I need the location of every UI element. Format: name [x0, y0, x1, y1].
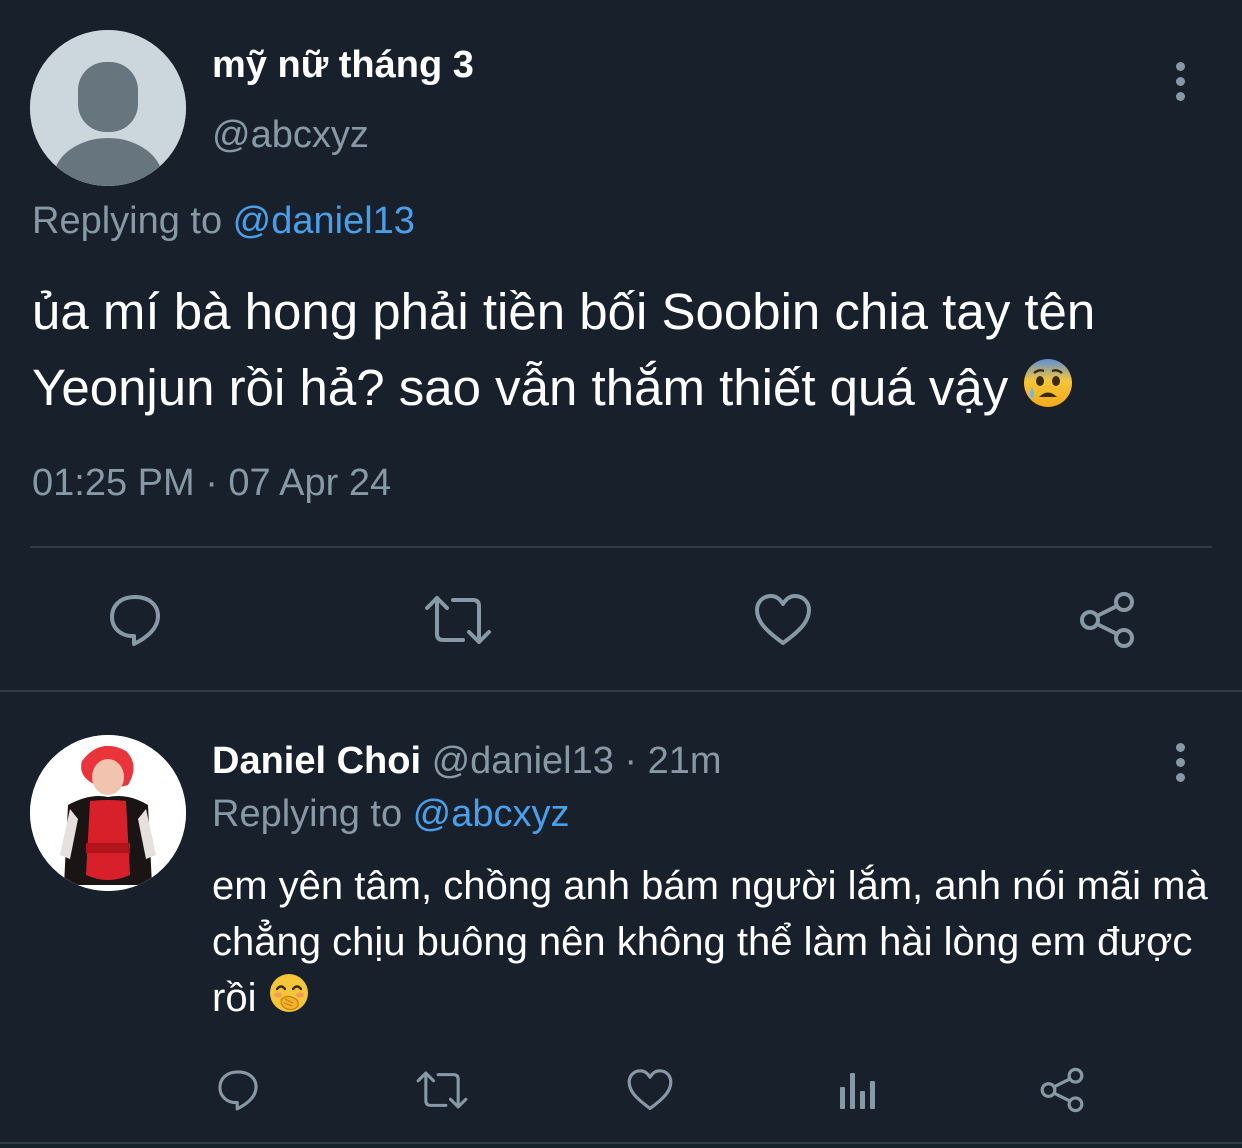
- more-dot-icon: [1175, 92, 1185, 101]
- main-tweet: mỹ nữ tháng 3 @abcxyz Replying to @danie…: [0, 0, 1242, 690]
- avatar[interactable]: [30, 735, 186, 891]
- display-name[interactable]: mỹ nữ tháng 3: [212, 44, 474, 87]
- reply-header: Daniel Choi @daniel13 · 21m: [212, 740, 722, 783]
- retweet-icon: [416, 1071, 468, 1109]
- tweet-text: ủa mí bà hong phải tiền bối Soobin chia …: [32, 274, 1227, 430]
- tweet-separator: [0, 1142, 1242, 1144]
- more-dot-icon: [1175, 743, 1185, 752]
- retweet-button[interactable]: [414, 1064, 470, 1116]
- divider: [30, 546, 1212, 548]
- replying-to-label: Replying to: [212, 793, 413, 835]
- replying-to-mention[interactable]: @abcxyz: [413, 793, 570, 835]
- avatar[interactable]: [30, 30, 186, 186]
- reply-button[interactable]: [212, 1064, 264, 1116]
- analytics-icon: [840, 1073, 875, 1109]
- replying-to-mention[interactable]: @daniel13: [233, 200, 415, 242]
- share-button[interactable]: [1036, 1064, 1088, 1116]
- display-name[interactable]: Daniel Choi: [212, 740, 421, 782]
- share-icon: [1080, 592, 1134, 648]
- share-icon: [1040, 1067, 1084, 1113]
- like-button[interactable]: [748, 588, 818, 652]
- more-dot-icon: [1175, 758, 1185, 767]
- analytics-button[interactable]: [830, 1064, 882, 1116]
- more-dot-icon: [1175, 77, 1185, 86]
- retweet-icon: [425, 596, 491, 644]
- handle[interactable]: @abcxyz: [212, 114, 369, 157]
- more-dot-icon: [1175, 773, 1185, 782]
- retweet-button[interactable]: [422, 588, 494, 652]
- profile-photo: [30, 735, 186, 891]
- like-button[interactable]: [624, 1064, 676, 1116]
- reply-button[interactable]: [100, 588, 170, 652]
- replying-to-line: Replying to @abcxyz: [212, 793, 570, 836]
- more-options-button[interactable]: [1170, 62, 1190, 102]
- reply-icon: [110, 595, 160, 646]
- handle-and-time: @daniel13 · 21m: [431, 740, 722, 782]
- replying-to-line: Replying to @daniel13: [32, 200, 415, 243]
- default-avatar-icon: [30, 30, 186, 186]
- like-icon: [755, 594, 811, 645]
- more-dot-icon: [1175, 62, 1185, 71]
- like-icon: [627, 1069, 673, 1110]
- tweet-separator: [0, 690, 1242, 692]
- tweet-text: em yên tâm, chồng anh bám người lắm, anh…: [212, 858, 1212, 1029]
- reply-icon: [218, 1070, 258, 1111]
- face-with-hand-over-mouth-icon: [268, 972, 310, 1029]
- tweet-body: ủa mí bà hong phải tiền bối Soobin chia …: [32, 283, 1096, 416]
- replying-to-label: Replying to: [32, 200, 233, 242]
- share-button[interactable]: [1072, 588, 1142, 652]
- tweet-timestamp: 01:25 PM · 07 Apr 24: [32, 462, 392, 504]
- more-options-button[interactable]: [1170, 743, 1190, 783]
- tweet-body: em yên tâm, chồng anh bám người lắm, anh…: [212, 864, 1208, 1020]
- anxious-face-with-sweat-icon: [1022, 354, 1074, 430]
